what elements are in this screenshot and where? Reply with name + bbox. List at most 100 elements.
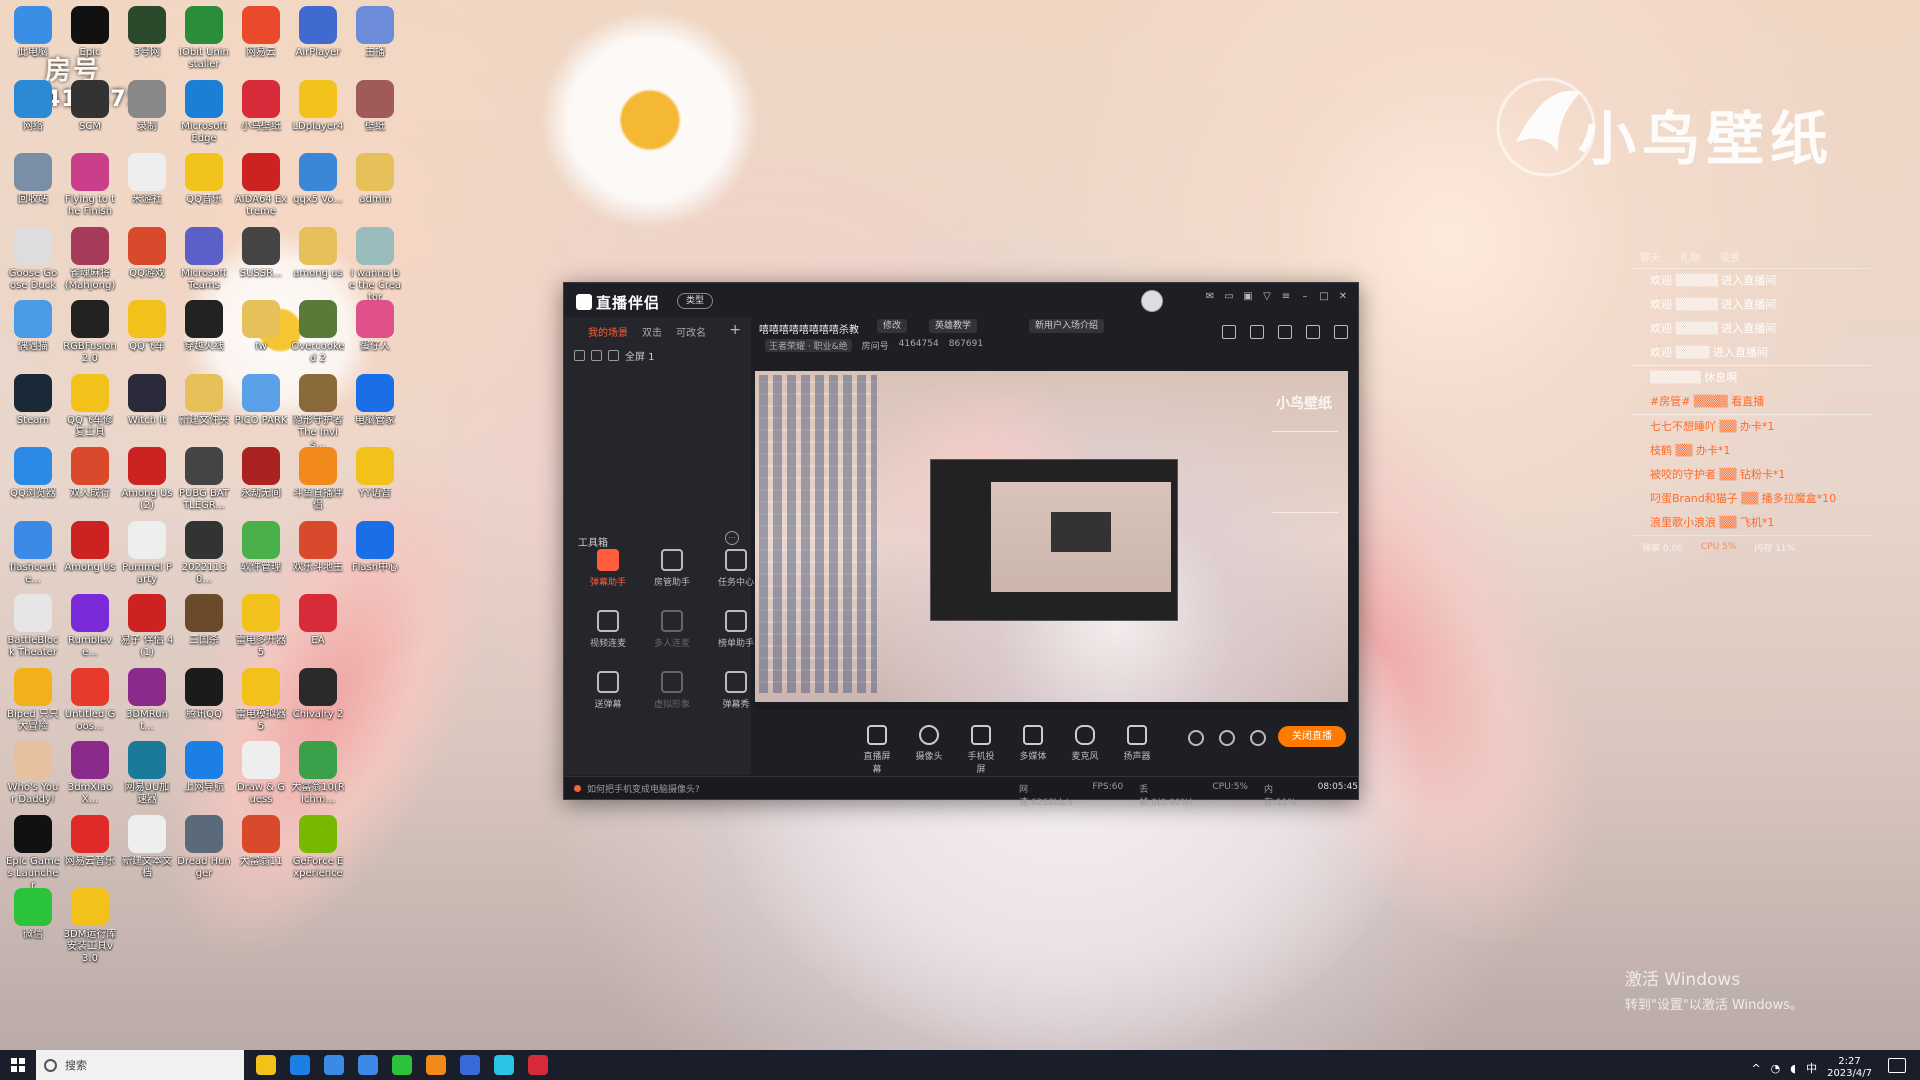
title-bar[interactable]: 直播伴侣 类型 ✉ ▭ ▣ ▽ ≡ – □ ✕: [564, 283, 1358, 317]
desktop-icon[interactable]: Dread Hunger: [177, 814, 231, 885]
desktop-icon[interactable]: QQ飞车修复工具: [63, 373, 117, 444]
status-tip[interactable]: 如何把手机变成电脑摄像头?: [574, 782, 700, 795]
menu-icon[interactable]: ≡: [1281, 292, 1291, 302]
mode-selector[interactable]: 类型: [677, 293, 714, 309]
media-button[interactable]: 多媒体: [1016, 725, 1050, 775]
desktop-icon[interactable]: GeForce Experience: [291, 814, 345, 885]
desktop-icon[interactable]: PICO PARK: [234, 373, 288, 444]
desktop-icon[interactable]: QQ音乐: [177, 153, 231, 223]
maximize-icon[interactable]: □: [1319, 292, 1329, 302]
desktop-icon[interactable]: 网络: [6, 79, 60, 150]
desktop-icon[interactable]: QQ游戏: [120, 226, 174, 297]
start-button[interactable]: [0, 1050, 36, 1080]
desktop-icon[interactable]: Untitled Goos...: [63, 667, 117, 738]
avatar[interactable]: [1141, 290, 1163, 312]
desktop-icon[interactable]: Rumbleve...: [63, 594, 117, 664]
desktop-icon[interactable]: 录制: [120, 79, 174, 150]
record-icon[interactable]: [1188, 730, 1204, 746]
desktop-icon[interactable]: 三国杀: [177, 594, 231, 664]
desktop-icon[interactable]: 穿越火线: [177, 300, 231, 370]
desktop-icon[interactable]: Who's Your Daddy!: [6, 741, 60, 811]
desktop-icon[interactable]: 雷电多开器5: [234, 594, 288, 664]
desktop-icon[interactable]: 大富翁11: [234, 814, 288, 885]
eye-icon[interactable]: [574, 350, 585, 361]
desktop-icon[interactable]: 斗鱼直播伴侣: [291, 447, 345, 517]
desktop-icon[interactable]: QQ飞车: [120, 300, 174, 370]
desktop-icon[interactable]: AirPlayer: [291, 6, 345, 76]
desktop-icon[interactable]: qqx5 Vo...: [291, 153, 345, 223]
desktop-icon[interactable]: 大富翁10(Richm...: [291, 741, 345, 811]
desktop-icon[interactable]: fw: [234, 300, 288, 370]
desktop-icon[interactable]: admin: [348, 153, 402, 223]
game-category[interactable]: 王者荣耀 · 职业&绝: [765, 339, 852, 352]
desktop-icon[interactable]: Draw & Guess: [234, 741, 288, 811]
desktop-icon[interactable]: 软件管理: [234, 520, 288, 591]
taskbar-app-icon[interactable]: [290, 1055, 310, 1075]
volume-icon[interactable]: ◖: [1790, 1062, 1796, 1075]
desktop-icon[interactable]: 网易云: [234, 6, 288, 76]
taskbar-app-icon[interactable]: [256, 1055, 276, 1075]
desktop-icon[interactable]: Among Us (2): [120, 447, 174, 517]
network-icon[interactable]: ◔: [1771, 1062, 1781, 1075]
edit-room-button[interactable]: 修改: [877, 319, 908, 333]
desktop-icon[interactable]: 20221130...: [177, 520, 231, 591]
desktop-icon[interactable]: 小鸟壁纸: [234, 79, 288, 150]
desktop-icon[interactable]: 3dmXiaoX...: [63, 741, 117, 811]
taskbar-app-icon[interactable]: [392, 1055, 412, 1075]
taskbar-app-icon[interactable]: [426, 1055, 446, 1075]
desktop-icon[interactable]: Steam: [6, 373, 60, 444]
tool-item[interactable]: 视频连麦: [578, 610, 638, 660]
desktop-icon[interactable]: Overcooked 2: [291, 300, 345, 370]
desktop-icon[interactable]: Pummel Party: [120, 520, 174, 591]
source-item[interactable]: 全屏 1: [564, 342, 751, 363]
desktop-icon[interactable]: 主播: [348, 6, 402, 76]
desktop-icon[interactable]: 网易云音乐: [63, 814, 117, 885]
add-scene-icon[interactable]: +: [729, 322, 741, 338]
desktop-icon[interactable]: Microsoft Teams: [177, 226, 231, 297]
archive-icon[interactable]: ▣: [1243, 292, 1253, 302]
desktop-icon[interactable]: 此电脑: [6, 6, 60, 76]
tool-item[interactable]: 送弹幕: [578, 671, 638, 721]
layout-icon[interactable]: [1278, 325, 1292, 339]
unlock-icon[interactable]: [1250, 325, 1264, 339]
desktop-icon[interactable]: 新建文本文档: [120, 814, 174, 885]
desktop-icon[interactable]: 腾讯QQ: [177, 667, 231, 738]
microphone-button[interactable]: 麦克风: [1068, 725, 1102, 775]
desktop-icon[interactable]: EA: [291, 594, 345, 664]
desktop-icon[interactable]: 电脑管家: [348, 373, 402, 444]
camera-button[interactable]: 摄像头: [912, 725, 946, 775]
screen-icon[interactable]: ▭: [1224, 292, 1234, 302]
speaker-button[interactable]: 扬声器: [1120, 725, 1154, 775]
mail-icon[interactable]: ✉: [1205, 292, 1215, 302]
desktop-icon[interactable]: 永劫无间: [234, 447, 288, 517]
desktop-icon[interactable]: 米游社: [120, 153, 174, 223]
desktop-icon[interactable]: SUSSR...: [234, 226, 288, 297]
tab-rename[interactable]: 可改名: [676, 324, 706, 342]
tool-item[interactable]: 虚拟形象: [642, 671, 702, 721]
desktop-icon[interactable]: 3DMRunt...: [120, 667, 174, 738]
desktop-icon[interactable]: AIDA64 Extreme: [234, 153, 288, 223]
category-chip[interactable]: 英雄教学: [929, 319, 978, 333]
desktop-icon[interactable]: BattleBlock Theater: [6, 594, 60, 664]
tab-double-click[interactable]: 双击: [642, 324, 662, 342]
desktop-icon[interactable]: 易子 伴侣 4 (1): [120, 594, 174, 664]
desktop-icon[interactable]: 上网导航: [177, 741, 231, 811]
tool-item[interactable]: 房管助手: [642, 549, 702, 599]
shirt-icon[interactable]: ▽: [1262, 292, 1272, 302]
desktop-icon[interactable]: Biped 只只 大冒险: [6, 667, 60, 738]
desktop-icon[interactable]: Microsoft Edge: [177, 79, 231, 150]
desktop-icon[interactable]: flashcente...: [6, 520, 60, 591]
desktop-icon[interactable]: Epic: [63, 6, 117, 76]
desktop-icon[interactable]: 偶遇猫: [6, 300, 60, 370]
desktop-icon[interactable]: I wanna be the Creator: [348, 226, 402, 303]
tool-item[interactable]: 弹幕助手: [578, 549, 638, 599]
desktop-icon[interactable]: Epic Games Launcher: [6, 814, 60, 891]
desktop-icon[interactable]: 壁纸: [348, 79, 402, 150]
desktop-icon[interactable]: IObit Uninstaller: [177, 6, 231, 76]
desktop-icon[interactable]: 3DM运行库安装工具v3.0: [63, 888, 117, 964]
desktop-icon[interactable]: 蛋仔人: [348, 300, 402, 370]
gift-icon[interactable]: [1222, 325, 1236, 339]
screen-capture-button[interactable]: 直播屏幕: [860, 725, 894, 775]
desktop-icon[interactable]: 新建文件夹: [177, 373, 231, 444]
lock-icon[interactable]: [591, 350, 602, 361]
